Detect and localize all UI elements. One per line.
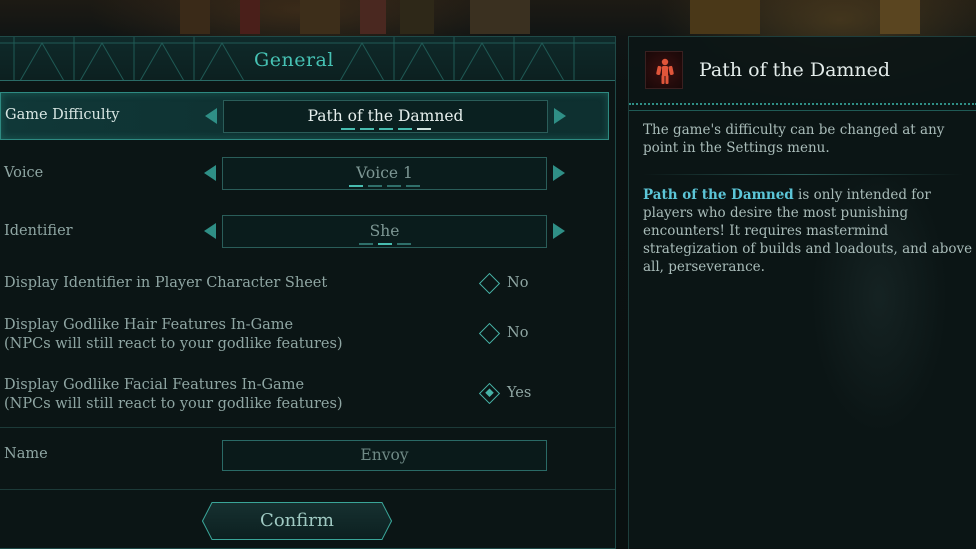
arrow-right-icon[interactable]	[554, 108, 566, 124]
setting-label-line: Display Godlike Hair Features In-Game	[4, 317, 294, 333]
option-pip-selected	[416, 128, 431, 130]
voice-value-text: Voice 1	[356, 164, 413, 182]
setting-row-display-identifier[interactable]: Display Identifier in Player Character S…	[0, 266, 615, 302]
setting-label-subline: (NPCs will still react to your godlike f…	[4, 336, 343, 352]
setting-row-voice[interactable]: Voice Voice 1	[0, 150, 615, 198]
toggle-value: No	[507, 275, 529, 291]
setting-row-godlike-facial[interactable]: Display Godlike Facial Features In-Game …	[0, 373, 615, 417]
option-pip	[340, 128, 355, 130]
divider	[0, 427, 615, 428]
background-lamp	[880, 0, 920, 34]
setting-row-identifier[interactable]: Identifier She	[0, 208, 615, 256]
option-pip	[387, 185, 401, 187]
toggle-value: No	[507, 325, 529, 341]
info-highlight: Path of the Damned	[643, 187, 794, 203]
background-book	[180, 0, 210, 34]
setting-row-name: Name Envoy	[0, 435, 615, 477]
toggle-value: Yes	[507, 385, 532, 401]
option-pip	[358, 243, 373, 245]
diamond-checkbox-icon	[478, 322, 501, 344]
option-pip-selected	[377, 243, 392, 245]
option-pip	[406, 185, 420, 187]
difficulty-value: Path of the Damned	[223, 100, 548, 133]
voice-value: Voice 1	[222, 157, 547, 190]
option-pips	[223, 185, 546, 187]
setting-label: Display Godlike Hair Features In-Game (N…	[4, 316, 343, 354]
info-paragraph-2: Path of the Damned is only intended for …	[643, 186, 973, 276]
info-panel: Path of the Damned The game's difficulty…	[628, 36, 976, 549]
panel-header: General	[0, 37, 615, 81]
info-divider	[629, 103, 976, 111]
info-paragraph-1: The game's difficulty can be changed at …	[643, 122, 945, 156]
settings-panel: General Game Difficulty Path of the Damn…	[0, 36, 616, 549]
setting-label: Display Identifier in Player Character S…	[4, 275, 328, 291]
arrow-left-icon[interactable]	[204, 165, 216, 181]
arrow-left-icon[interactable]	[204, 223, 216, 239]
difficulty-value-text: Path of the Damned	[307, 107, 464, 125]
identifier-value-text: She	[369, 222, 400, 240]
background-book	[300, 0, 340, 34]
setting-row-godlike-hair[interactable]: Display Godlike Hair Features In-Game (N…	[0, 313, 615, 357]
background-book	[400, 0, 434, 34]
difficulty-portrait-icon	[645, 51, 683, 89]
arrow-right-icon[interactable]	[553, 165, 565, 181]
arrow-right-icon[interactable]	[553, 223, 565, 239]
option-pip	[397, 128, 412, 130]
background-book	[470, 0, 530, 34]
display-identifier-toggle[interactable]: No	[478, 272, 529, 294]
panel-title: General	[254, 49, 334, 71]
setting-label: Voice	[4, 165, 44, 181]
setting-label: Name	[4, 446, 48, 462]
background-book	[360, 0, 386, 34]
info-title: Path of the Damned	[699, 59, 891, 81]
divider	[0, 489, 615, 490]
setting-label-subline: (NPCs will still react to your godlike f…	[4, 396, 343, 412]
figure-icon	[656, 58, 674, 84]
background-book	[240, 0, 260, 34]
confirm-button[interactable]: Confirm	[202, 502, 392, 540]
option-pip	[368, 185, 382, 187]
diamond-checkbox-icon	[478, 272, 501, 294]
name-input[interactable]: Envoy	[222, 440, 547, 471]
godlike-hair-toggle[interactable]: No	[478, 322, 529, 344]
info-separator	[643, 174, 963, 175]
setting-label: Display Godlike Facial Features In-Game …	[4, 376, 343, 414]
setting-row-game-difficulty[interactable]: Game Difficulty Path of the Damned	[0, 92, 609, 140]
arrow-left-icon[interactable]	[205, 108, 217, 124]
option-pips	[223, 243, 546, 245]
option-pips	[224, 128, 547, 130]
option-pip	[359, 128, 374, 130]
background-book	[690, 0, 760, 34]
identifier-value: She	[222, 215, 547, 248]
option-pip-selected	[349, 185, 363, 187]
option-pip	[396, 243, 411, 245]
godlike-facial-toggle[interactable]: Yes	[478, 382, 532, 404]
setting-label-line: Display Godlike Facial Features In-Game	[4, 377, 305, 393]
option-pip	[378, 128, 393, 130]
setting-label: Identifier	[4, 223, 73, 239]
diamond-checkbox-checked-icon	[478, 382, 501, 404]
setting-label: Game Difficulty	[5, 107, 120, 123]
